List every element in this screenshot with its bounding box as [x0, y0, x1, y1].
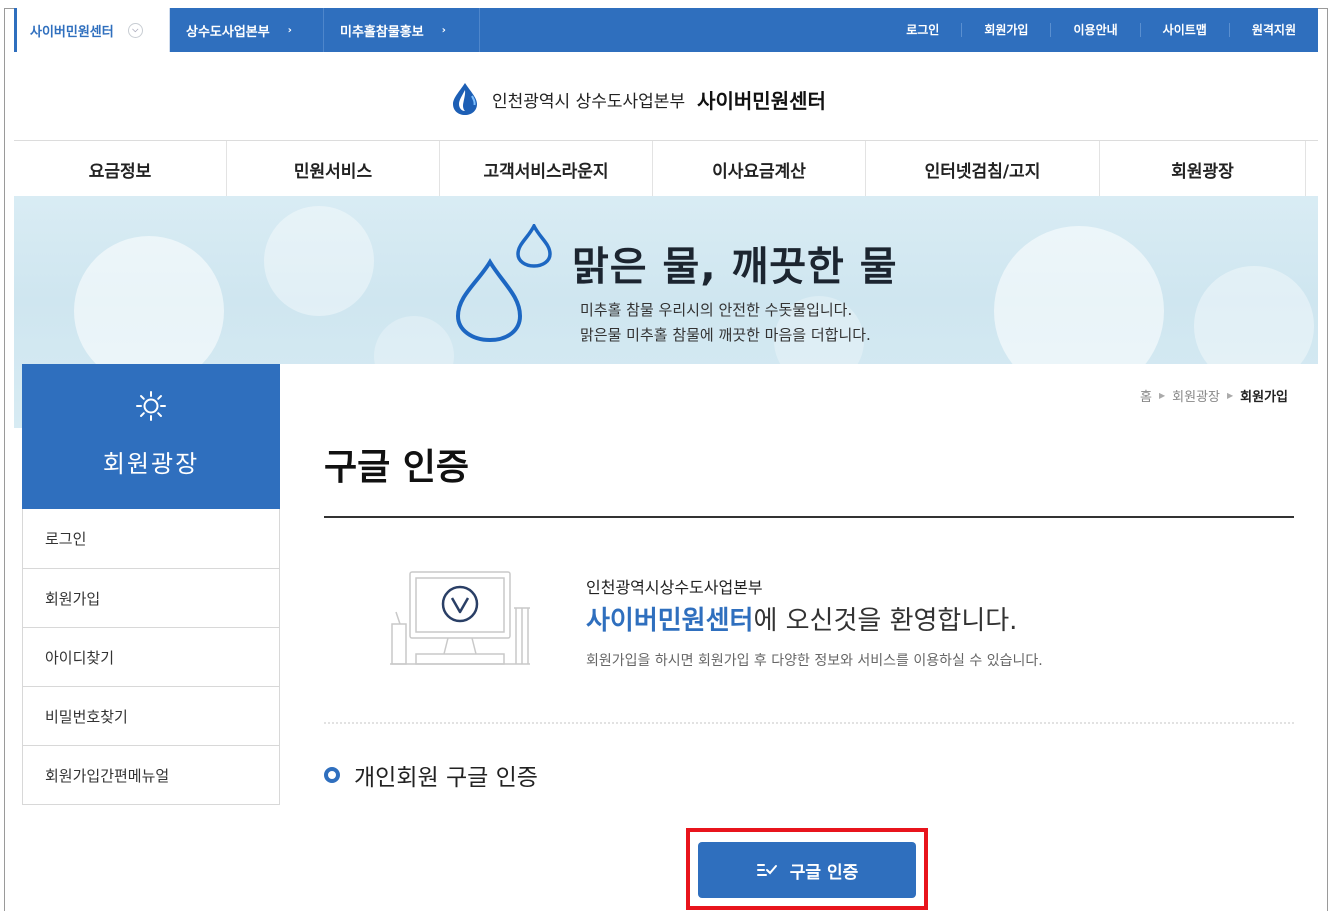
utility-links: 로그인 회원가입 이용안내 사이트맵 원격지원 — [884, 8, 1318, 52]
site-tab-waterworks[interactable]: 상수도사업본부 › — [170, 8, 324, 52]
site-tab-promo[interactable]: 미추홀참물홍보 › — [324, 8, 480, 52]
welcome-text: 에 오신것을 환영합니다. — [753, 606, 1018, 636]
checklist-icon — [756, 864, 777, 876]
section-title: 개인회원 구글 인증 — [324, 758, 538, 792]
signup-link[interactable]: 회원가입 — [961, 23, 1050, 37]
lnb-item-signup-manual[interactable]: 회원가입간편메뉴얼 — [23, 745, 279, 804]
site-tab-cyber[interactable]: 사이버민원센터 ⌵ — [14, 8, 170, 52]
lnb-title: 회원광장 — [102, 450, 200, 478]
chevron-right-icon: › — [441, 24, 446, 36]
welcome-org: 인천광역시상수도사업본부 — [586, 578, 763, 597]
remote-support-link[interactable]: 원격지원 — [1228, 23, 1318, 37]
google-auth-button[interactable]: 구글 인증 — [698, 842, 916, 898]
service-name: 사이버민원센터 — [697, 88, 826, 113]
welcome-description: 회원가입을 하시면 회원가입 후 다양한 정보와 서비스를 이용하실 수 있습니… — [586, 653, 1043, 669]
lnb-item-signup[interactable]: 회원가입 — [23, 568, 279, 627]
computer-check-icon — [390, 571, 530, 665]
sun-icon — [136, 391, 166, 421]
breadcrumb-plaza[interactable]: 회원광장 — [1172, 386, 1220, 405]
gnb-member-plaza[interactable]: 회원광장 — [1100, 141, 1306, 197]
title-divider — [324, 516, 1294, 518]
gnb-customer-lounge[interactable]: 고객서비스라운지 — [440, 141, 653, 197]
sitemap-link[interactable]: 사이트맵 — [1139, 23, 1229, 37]
banner-subtitle: 미추홀 참물 우리시의 안전한 수돗물입니다. 맑은물 미추홀 참물에 깨끗한 … — [580, 301, 871, 344]
page-title: 구글 인증 — [324, 447, 470, 488]
site-tabs: 사이버민원센터 ⌵ 상수도사업본부 › 미추홀참물홍보 › — [14, 8, 480, 52]
main-content: 홈 ▶ 회원광장 ▶ 회원가입 구글 인증 인천광역시상수도사업본부 사이버민원… — [280, 364, 1320, 911]
lnb-item-find-id[interactable]: 아이디찾기 — [23, 627, 279, 686]
gnb-meter-notice[interactable]: 인터넷검침/고지 — [866, 141, 1100, 197]
section-divider — [324, 722, 1294, 724]
guide-link[interactable]: 이용안내 — [1050, 23, 1139, 37]
lnb-menu: 로그인 회원가입 아이디찾기 비밀번호찾기 회원가입간편메뉴얼 — [22, 509, 280, 805]
site-logo[interactable]: 인천광역시 상수도사업본부 사이버민원센터 — [450, 82, 826, 116]
bullet-ring-icon — [324, 767, 340, 783]
main-nav: 요금정보 민원서비스 고객서비스라운지 이사요금계산 인터넷검침/고지 회원광장 — [14, 140, 1318, 197]
breadcrumb-home[interactable]: 홈 — [1140, 386, 1152, 405]
water-drop-icon — [455, 224, 552, 343]
gnb-civil-service[interactable]: 민원서비스 — [227, 141, 440, 197]
lnb-header: 회원광장 — [22, 364, 280, 509]
chevron-right-icon: › — [287, 24, 292, 36]
banner-title: 맑은 물, 깨끗한 물 — [572, 244, 898, 290]
site-tab-label: 미추홀참물홍보 — [340, 24, 424, 40]
section-title-text: 개인회원 구글 인증 — [354, 765, 538, 791]
site-tab-label: 사이버민원센터 — [30, 24, 114, 40]
org-name: 인천광역시 상수도사업본부 — [492, 91, 686, 112]
water-drop-logo-icon — [453, 83, 477, 115]
google-auth-button-label: 구글 인증 — [789, 862, 859, 883]
site-tab-label: 상수도사업본부 — [186, 24, 270, 40]
top-bar: 사이버민원센터 ⌵ 상수도사업본부 › 미추홀참물홍보 › 로그인 회원가입 이… — [14, 8, 1318, 52]
lnb-item-find-password[interactable]: 비밀번호찾기 — [23, 686, 279, 745]
breadcrumb-current: 회원가입 — [1240, 390, 1288, 405]
gnb-fee-info[interactable]: 요금정보 — [14, 141, 227, 197]
welcome-message: 사이버민원센터에 오신것을 환영합니다. — [586, 600, 1017, 637]
login-link[interactable]: 로그인 — [884, 23, 961, 37]
breadcrumb-separator-icon: ▶ — [1227, 391, 1234, 400]
welcome-service-name: 사이버민원센터 — [586, 606, 754, 636]
highlight-box: 구글 인증 — [686, 828, 928, 910]
chevron-down-icon: ⌵ — [127, 22, 143, 38]
header: 인천광역시 상수도사업본부 사이버민원센터 — [14, 52, 1318, 140]
gnb-moving-fee[interactable]: 이사요금계산 — [653, 141, 866, 197]
breadcrumb: 홈 ▶ 회원광장 ▶ 회원가입 — [1140, 386, 1288, 405]
breadcrumb-separator-icon: ▶ — [1159, 391, 1166, 400]
lnb-item-login[interactable]: 로그인 — [23, 509, 279, 568]
